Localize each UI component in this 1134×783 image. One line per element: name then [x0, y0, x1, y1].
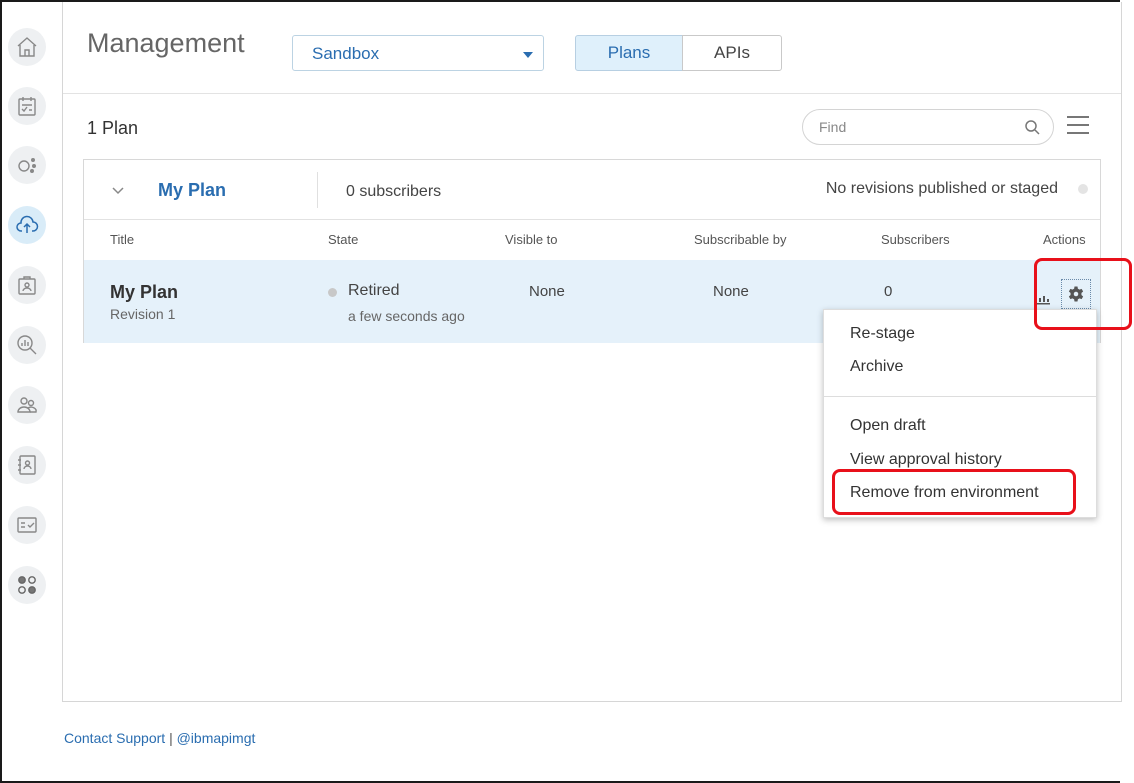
calendar-checklist-icon[interactable]: [8, 87, 46, 125]
row-title: My Plan: [110, 282, 179, 302]
tab-apis[interactable]: APIs: [682, 35, 782, 71]
footer-separator: |: [169, 730, 173, 746]
tab-plans[interactable]: Plans: [575, 35, 683, 71]
caret-down-icon: [523, 52, 533, 58]
contact-support-link[interactable]: Contact Support: [64, 730, 165, 746]
social-handle-link[interactable]: @ibmapimgt: [177, 730, 256, 746]
publish-status: No revisions published or staged: [825, 180, 1058, 197]
chevron-down-icon[interactable]: [112, 185, 124, 197]
menu-icon[interactable]: [1065, 114, 1091, 136]
plan-card-header: My Plan 0 subscribers No revisions publi…: [84, 160, 1100, 220]
row-state: Retired: [348, 282, 400, 299]
page-header: Management Sandbox Plans APIs: [63, 2, 1121, 94]
analytics-search-icon[interactable]: [8, 326, 46, 364]
menu-item-open-draft[interactable]: Open draft: [850, 417, 926, 435]
row-visible-to: None: [529, 283, 565, 300]
menu-divider: [824, 396, 1096, 397]
row-subscribable-by: None: [713, 283, 749, 300]
cloud-upload-icon[interactable]: [8, 206, 46, 244]
environment-select-value: Sandbox: [312, 44, 380, 63]
annotation-highlight-remove: [832, 469, 1076, 515]
col-title: Title: [110, 232, 135, 247]
state-dot: [328, 288, 337, 297]
footer: Contact Support | @ibmapimgt: [64, 730, 255, 746]
menu-item-restage[interactable]: Re-stage: [850, 325, 915, 343]
col-subscribers: Subscribers: [881, 232, 950, 247]
clipboard-user-icon[interactable]: [8, 266, 46, 304]
row-subscribers: 0: [884, 283, 893, 300]
search-input[interactable]: Find: [802, 109, 1054, 145]
divider: [317, 172, 318, 208]
plan-count: 1 Plan: [87, 118, 139, 138]
col-subscribable-by: Subscribable by: [694, 232, 787, 247]
community-icon[interactable]: [8, 386, 46, 424]
menu-item-archive[interactable]: Archive: [850, 358, 903, 376]
environment-select[interactable]: Sandbox: [292, 35, 544, 71]
page-title: Management: [87, 28, 245, 58]
search-placeholder: Find: [819, 119, 847, 135]
plan-name-link[interactable]: My Plan: [158, 180, 226, 201]
subscriber-count: 0 subscribers: [346, 183, 442, 200]
contact-card-icon[interactable]: [8, 446, 46, 484]
apps-icon[interactable]: [8, 566, 46, 604]
col-visible-to: Visible to: [505, 232, 558, 247]
annotation-highlight-gear: [1034, 258, 1132, 330]
col-actions: Actions: [1043, 232, 1086, 247]
menu-item-view-approval-history[interactable]: View approval history: [850, 451, 1002, 469]
col-state: State: [328, 232, 359, 247]
nodes-icon[interactable]: [8, 146, 46, 184]
row-revision: Revision 1: [110, 306, 176, 322]
status-dot: [1078, 184, 1088, 194]
search-icon: [1025, 120, 1040, 135]
home-icon[interactable]: [8, 28, 46, 66]
row-state-time: a few seconds ago: [348, 308, 465, 324]
task-card-icon[interactable]: [8, 506, 46, 544]
